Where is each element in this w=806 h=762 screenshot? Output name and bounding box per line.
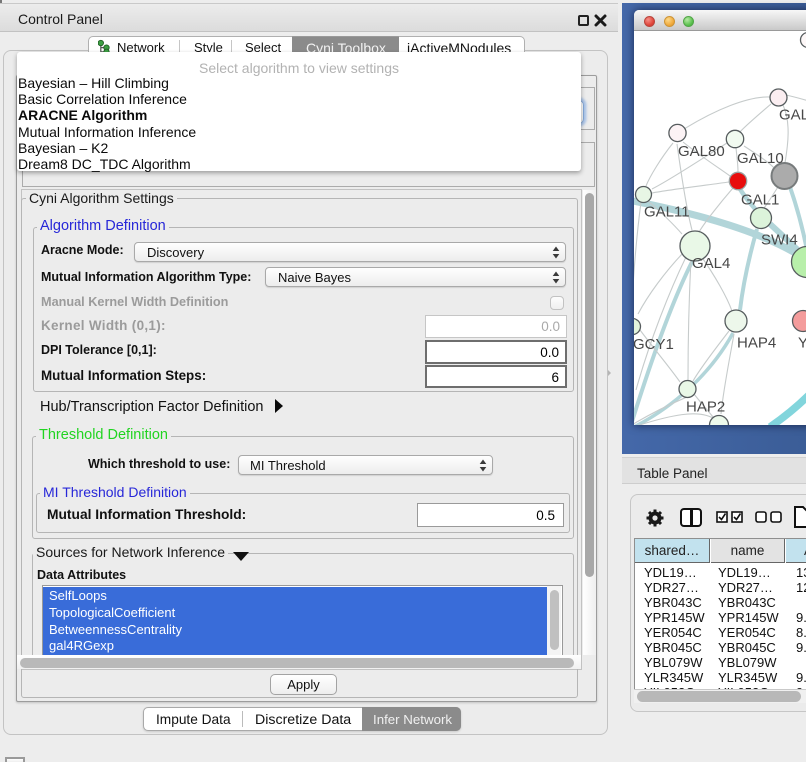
svg-text:HAP2: HAP2 — [686, 399, 725, 416]
svg-text:HAP4: HAP4 — [737, 335, 776, 352]
svg-text:Y: Y — [798, 335, 806, 352]
svg-text:GCY1: GCY1 — [634, 336, 674, 353]
svg-text:GAL7: GAL7 — [779, 107, 806, 124]
svg-text:GAL11: GAL11 — [644, 204, 690, 221]
svg-text:GAL1: GAL1 — [741, 192, 779, 209]
svg-text:GAL4: GAL4 — [692, 255, 730, 272]
svg-text:GAL10: GAL10 — [737, 150, 784, 167]
svg-text:SWI4: SWI4 — [761, 232, 798, 249]
svg-text:GAL80: GAL80 — [678, 143, 725, 160]
